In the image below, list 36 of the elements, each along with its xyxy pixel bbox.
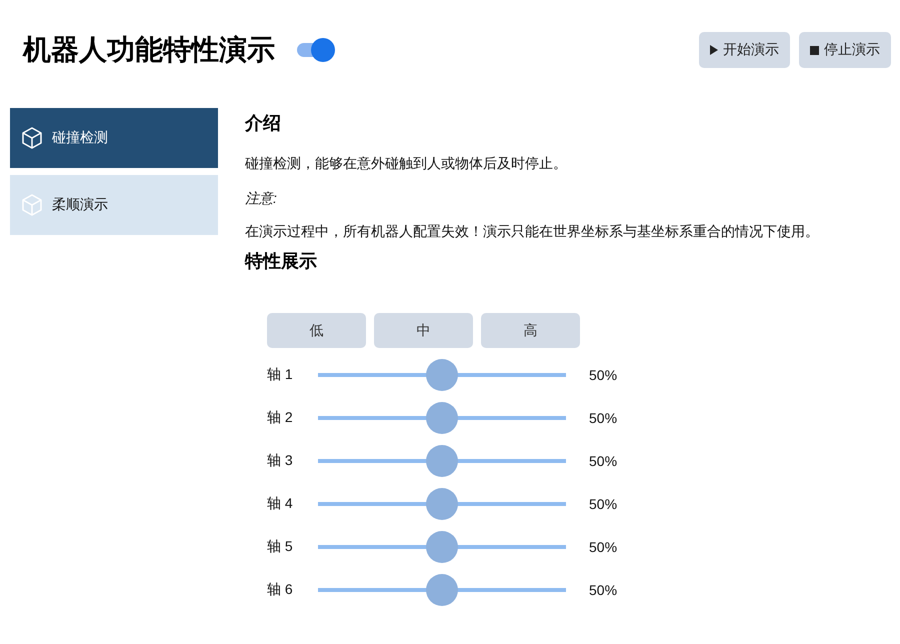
level-button[interactable]: 高 xyxy=(481,313,580,348)
axis-value: 50% xyxy=(589,410,618,426)
section-heading: 特性展示 xyxy=(245,250,318,273)
toggle-switch[interactable] xyxy=(297,38,335,62)
level-button[interactable]: 中 xyxy=(374,313,473,348)
axis-value: 50% xyxy=(589,538,618,554)
page-title: 机器人功能特性演示 xyxy=(23,33,275,67)
play-icon xyxy=(710,45,718,55)
axis-label: 轴 4 xyxy=(267,494,294,512)
description-text: 碰撞检测，能够在意外碰触到人或物体后及时停止。 xyxy=(245,154,568,173)
sidebar-item[interactable]: 柔顺演示 xyxy=(10,175,218,235)
note-text: 在演示过程中，所有机器人配置失效！演示只能在世界坐标系与基坐标系重合的情况下使用。 xyxy=(245,222,819,241)
stop-icon xyxy=(810,46,819,54)
axis-value: 50% xyxy=(589,582,618,598)
axis-value: 50% xyxy=(589,452,618,468)
start-button[interactable]: 开始演示 xyxy=(699,32,790,68)
note-label: 注意: xyxy=(245,189,277,208)
cube-icon xyxy=(22,194,42,216)
stop-button[interactable]: 停止演示 xyxy=(799,32,891,68)
slider-thumb[interactable] xyxy=(426,530,458,562)
axis-label: 轴 1 xyxy=(267,366,294,384)
sidebar-item[interactable]: 碰撞检测 xyxy=(10,108,218,168)
axis-label: 轴 2 xyxy=(267,408,294,426)
slider-thumb[interactable] xyxy=(426,488,458,520)
section-heading: 介绍 xyxy=(245,112,282,135)
slider-thumb[interactable] xyxy=(426,574,458,606)
axis-label: 轴 5 xyxy=(267,538,294,556)
level-button[interactable]: 低 xyxy=(267,313,366,348)
slider-thumb[interactable] xyxy=(426,402,458,434)
slider-thumb[interactable] xyxy=(426,358,458,390)
axis-value: 50% xyxy=(589,366,618,382)
axis-label: 轴 3 xyxy=(267,452,294,470)
axis-label: 轴 6 xyxy=(267,580,294,598)
axis-value: 50% xyxy=(589,496,618,512)
cube-icon xyxy=(22,127,42,149)
slider-thumb[interactable] xyxy=(426,444,458,476)
